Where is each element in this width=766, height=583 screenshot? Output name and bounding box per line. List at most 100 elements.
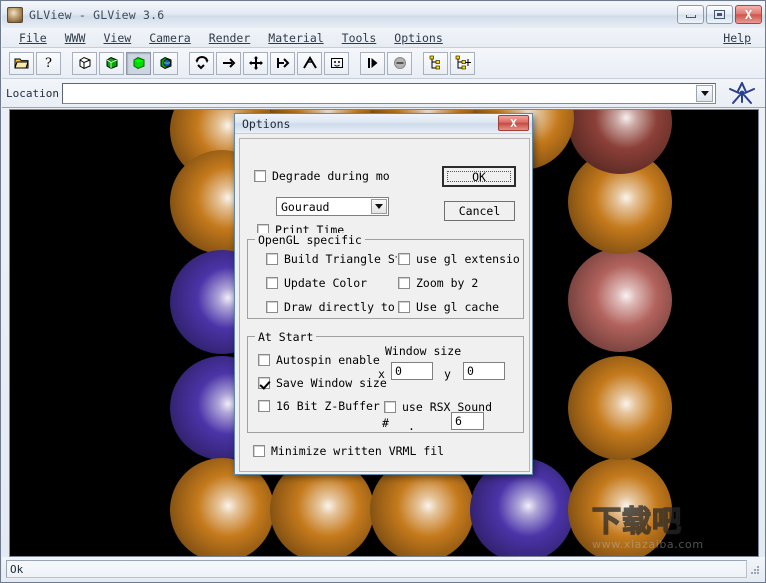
spinner-logo-icon[interactable] bbox=[722, 80, 762, 107]
update-color-checkbox-row[interactable]: Update Color bbox=[266, 276, 367, 290]
sphere-orange bbox=[568, 356, 672, 460]
shading-combo[interactable]: Gouraud bbox=[276, 197, 389, 216]
play-animation-button[interactable] bbox=[360, 51, 385, 75]
cancel-button[interactable]: Cancel bbox=[444, 201, 515, 221]
use-gl-ext-checkbox[interactable] bbox=[398, 253, 410, 265]
help-question-icon: ? bbox=[45, 56, 52, 71]
build-triangle-checkbox-row[interactable]: Build Triangle Str: bbox=[266, 252, 397, 266]
draw-direct-checkbox-row[interactable]: Draw directly to scr bbox=[266, 300, 404, 314]
scene-tree-expand-button[interactable] bbox=[450, 51, 475, 75]
fit-to-window-button[interactable] bbox=[324, 51, 349, 75]
location-dropdown-button[interactable] bbox=[696, 84, 713, 102]
menu-label-file: File bbox=[19, 30, 47, 45]
title-bar: GLView - GLView 3.6 X bbox=[2, 2, 765, 28]
minimize-vrml-checkbox-row[interactable]: Minimize written VRML fil bbox=[253, 444, 444, 458]
ok-button[interactable]: OK bbox=[442, 166, 516, 187]
draw-direct-checkbox[interactable] bbox=[266, 301, 278, 313]
textured-cube-button[interactable] bbox=[153, 51, 178, 75]
draw-direct-label: Draw directly to scr bbox=[284, 300, 404, 314]
zoom-by-2-checkbox[interactable] bbox=[398, 277, 410, 289]
dialog-close-button[interactable]: X bbox=[498, 115, 529, 131]
menu-item-render[interactable]: Render bbox=[200, 30, 260, 46]
solid-shaded-cube-button[interactable] bbox=[126, 51, 151, 75]
scale-mode-button[interactable] bbox=[270, 51, 295, 75]
app-icon bbox=[7, 7, 23, 23]
minimize-vrml-checkbox[interactable] bbox=[253, 445, 265, 457]
menu-label-view: View bbox=[103, 30, 132, 45]
menu-item-options[interactable]: Options bbox=[385, 30, 451, 46]
use-gl-cache-checkbox[interactable] bbox=[398, 301, 410, 313]
menu-item-help[interactable]: Help bbox=[714, 30, 760, 46]
rsx-number-field[interactable]: 6 bbox=[451, 412, 484, 430]
at-start-group-title: At Start bbox=[255, 330, 317, 344]
zbuffer-label: 16 Bit Z-Buffer bbox=[276, 399, 380, 413]
maximize-button[interactable] bbox=[706, 5, 733, 24]
open-file-button[interactable] bbox=[9, 51, 34, 75]
use-gl-ext-label: use gl extensio bbox=[416, 252, 520, 266]
scale-icon bbox=[276, 58, 289, 68]
status-text: Ok bbox=[6, 560, 747, 578]
dialog-title-bar: Options X bbox=[235, 114, 532, 134]
ok-button-label: OK bbox=[472, 169, 486, 184]
perspective-icon bbox=[302, 56, 317, 69]
save-window-size-checkbox[interactable] bbox=[258, 377, 270, 389]
menu-item-file[interactable]: File bbox=[10, 30, 56, 46]
hash-label: # bbox=[382, 416, 389, 430]
toolbar-separator bbox=[351, 52, 360, 75]
use-gl-ext-checkbox-row[interactable]: use gl extensio bbox=[398, 252, 520, 266]
sphere-orange bbox=[568, 458, 672, 556]
update-color-checkbox[interactable] bbox=[266, 277, 278, 289]
zoom-by-2-checkbox-row[interactable]: Zoom by 2 bbox=[398, 276, 478, 290]
dialog-close-icon: X bbox=[510, 116, 517, 130]
zbuffer-checkbox-row[interactable]: 16 Bit Z-Buffer bbox=[258, 399, 380, 413]
degrade-checkbox-row[interactable]: Degrade during mo bbox=[254, 169, 390, 183]
arrow-right-icon bbox=[222, 58, 235, 68]
scene-tree-button[interactable] bbox=[423, 51, 448, 75]
y-label: y bbox=[444, 367, 451, 381]
build-triangle-checkbox[interactable] bbox=[266, 253, 278, 265]
degrade-checkbox[interactable] bbox=[254, 170, 266, 182]
window-width-field[interactable]: 0 bbox=[391, 362, 433, 380]
shading-dropdown-button[interactable] bbox=[371, 199, 387, 214]
resize-grip-icon[interactable] bbox=[747, 561, 763, 577]
use-gl-cache-checkbox-row[interactable]: Use gl cache bbox=[398, 300, 499, 314]
menu-label-help: Help bbox=[723, 30, 751, 45]
rsx-sound-checkbox[interactable] bbox=[384, 401, 396, 413]
menu-item-material[interactable]: Material bbox=[259, 30, 332, 46]
autospin-checkbox-row[interactable]: Autospin enable bbox=[258, 353, 380, 367]
pan-mode-button[interactable] bbox=[216, 51, 241, 75]
move-mode-button[interactable] bbox=[243, 51, 268, 75]
autospin-label: Autospin enable bbox=[276, 353, 380, 367]
menu-item-tools[interactable]: Tools bbox=[333, 30, 386, 46]
shading-value: Gouraud bbox=[281, 199, 330, 214]
window-controls: X bbox=[677, 5, 762, 24]
stop-animation-button[interactable] bbox=[387, 51, 412, 75]
wireframe-cube-button[interactable] bbox=[72, 51, 97, 75]
window-height-field[interactable]: 0 bbox=[463, 362, 505, 380]
zoom-by-2-label: Zoom by 2 bbox=[416, 276, 479, 290]
hidden-line-cube-button[interactable] bbox=[99, 51, 124, 75]
location-input[interactable] bbox=[63, 85, 696, 101]
location-combo[interactable] bbox=[62, 82, 716, 104]
menu-item-view[interactable]: View bbox=[94, 30, 140, 46]
perspective-camera-button[interactable] bbox=[297, 51, 322, 75]
opengl-group-title: OpenGL specific bbox=[255, 233, 365, 247]
open-file-icon bbox=[13, 58, 29, 69]
opengl-groupbox: OpenGL specific Build Triangle Str: use … bbox=[247, 233, 524, 319]
toolbar-separator bbox=[180, 52, 189, 75]
save-window-size-checkbox-row[interactable]: Save Window size bbox=[258, 376, 387, 390]
help-button[interactable]: ? bbox=[36, 51, 61, 75]
maximize-icon bbox=[714, 10, 725, 19]
minimize-button[interactable] bbox=[677, 5, 704, 24]
tree-icon bbox=[429, 55, 440, 70]
menu-item-www[interactable]: WWW bbox=[56, 30, 95, 46]
rotate-mode-button[interactable] bbox=[189, 51, 214, 75]
close-button[interactable]: X bbox=[735, 5, 762, 24]
menu-item-camera[interactable]: Camera bbox=[140, 30, 200, 46]
autospin-checkbox[interactable] bbox=[258, 354, 270, 366]
tree-move-icon bbox=[455, 55, 471, 70]
dialog-title: Options bbox=[242, 116, 291, 131]
zbuffer-checkbox[interactable] bbox=[258, 400, 270, 412]
glview-main-window: GLView - GLView 3.6 X File WWW View Came… bbox=[0, 0, 766, 583]
menu-label-options: Options bbox=[394, 30, 443, 45]
